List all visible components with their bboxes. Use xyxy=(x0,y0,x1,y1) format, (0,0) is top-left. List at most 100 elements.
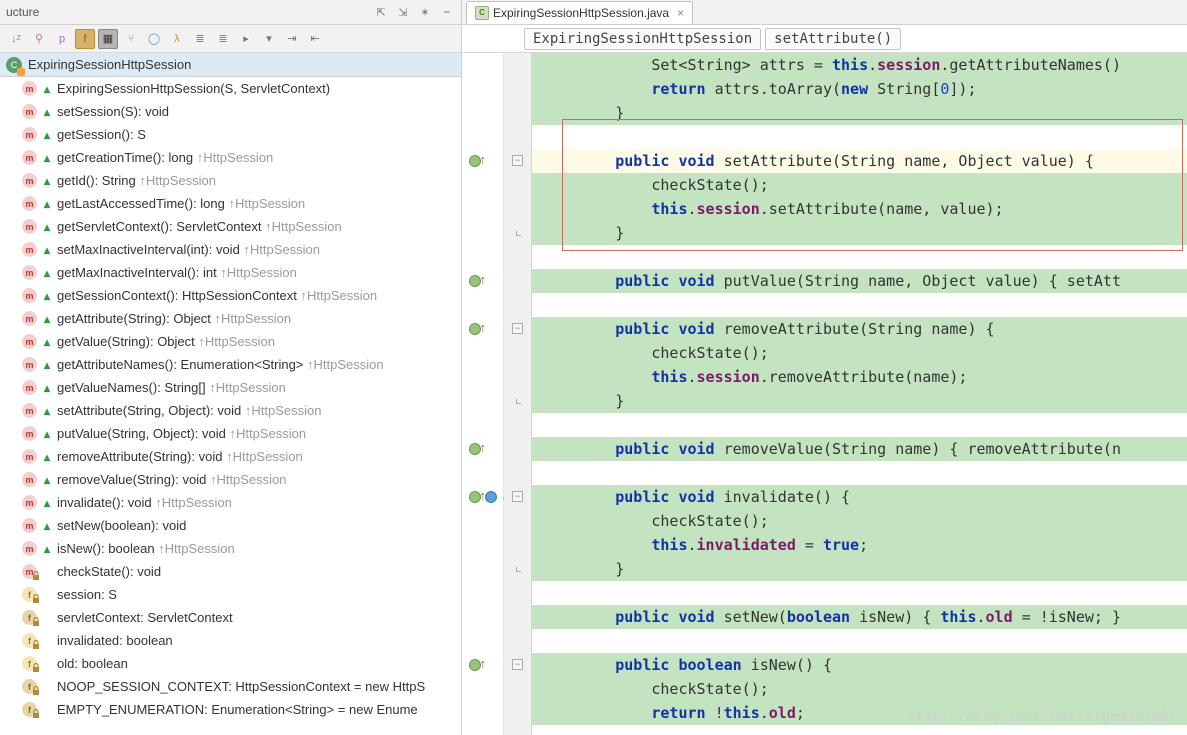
code-line[interactable]: checkState(); xyxy=(532,341,1187,365)
override-gutter-icon[interactable]: ↑ xyxy=(466,152,484,170)
member-row[interactable]: m▴getSession(): S xyxy=(0,123,461,146)
member-row[interactable]: m▴putValue(String, Object): void ↑HttpSe… xyxy=(0,422,461,445)
member-label: invalidate(): void ↑HttpSession xyxy=(57,495,232,510)
collapse-icon[interactable]: ⇲ xyxy=(395,4,411,20)
member-row[interactable]: fold: boolean xyxy=(0,652,461,675)
member-row[interactable]: m▴setNew(boolean): void xyxy=(0,514,461,537)
code-line[interactable]: public void removeValue(String name) { r… xyxy=(532,437,1187,461)
member-row[interactable]: m▴setSession(S): void xyxy=(0,100,461,123)
code-line[interactable]: public void setAttribute(String name, Ob… xyxy=(532,149,1187,173)
editor-panel: C ExpiringSessionHttpSession.java × Expi… xyxy=(462,0,1187,735)
code-line[interactable] xyxy=(532,245,1187,269)
fold-toggle-icon[interactable]: − xyxy=(512,659,523,670)
override-gutter-icon[interactable]: ↑ xyxy=(466,440,484,458)
lambda-icon[interactable]: λ xyxy=(167,29,187,49)
code-line[interactable]: public void removeAttribute(String name)… xyxy=(532,317,1187,341)
member-row[interactable]: m▴getId(): String ↑HttpSession xyxy=(0,169,461,192)
property-icon[interactable]: p xyxy=(52,29,72,49)
code-line[interactable]: return !this.old; xyxy=(532,701,1187,725)
code-line[interactable]: public boolean isNew() { xyxy=(532,653,1187,677)
expand-icon[interactable]: ⇱ xyxy=(373,4,389,20)
gutter-outer[interactable]: ↑↑↑↑↑↓↑ xyxy=(462,53,504,735)
class-row[interactable]: C ExpiringSessionHttpSession xyxy=(0,53,461,77)
close-icon[interactable]: × xyxy=(677,6,684,20)
override-gutter-icon[interactable]: ↑ xyxy=(466,320,484,338)
member-row[interactable]: m▴getValue(String): Object ↑HttpSession xyxy=(0,330,461,353)
member-row[interactable]: m▴removeValue(String): void ↑HttpSession xyxy=(0,468,461,491)
code-line[interactable] xyxy=(532,629,1187,653)
code-line[interactable] xyxy=(532,125,1187,149)
member-row[interactable]: m▴getLastAccessedTime(): long ↑HttpSessi… xyxy=(0,192,461,215)
breadcrumb-method[interactable]: setAttribute() xyxy=(765,28,901,50)
anchor-icon[interactable]: ⚲ xyxy=(29,29,49,49)
code-line[interactable]: } xyxy=(532,101,1187,125)
fold-toggle-icon[interactable]: − xyxy=(512,323,523,334)
code-line[interactable]: checkState(); xyxy=(532,677,1187,701)
override-up-icon: ▴ xyxy=(42,174,52,188)
tab-file[interactable]: C ExpiringSessionHttpSession.java × xyxy=(466,1,693,24)
member-list[interactable]: m▴ExpiringSessionHttpSession(S, ServletC… xyxy=(0,77,461,735)
code-area[interactable]: Set<String> attrs = this.session.getAttr… xyxy=(532,53,1187,735)
member-row[interactable]: m▴invalidate(): void ↑HttpSession xyxy=(0,491,461,514)
autoscroll-icon[interactable]: ⇥ xyxy=(282,29,302,49)
code-line[interactable]: } xyxy=(532,389,1187,413)
sort-alpha-icon[interactable]: ↓Z xyxy=(6,29,26,49)
member-row[interactable]: mcheckState(): void xyxy=(0,560,461,583)
member-row[interactable]: finvalidated: boolean xyxy=(0,629,461,652)
member-row[interactable]: m▴getAttribute(String): Object ↑HttpSess… xyxy=(0,307,461,330)
implements-gutter-icon[interactable]: ↓ xyxy=(482,488,500,506)
member-row[interactable]: m▴getValueNames(): String[] ↑HttpSession xyxy=(0,376,461,399)
circle-icon[interactable]: ◯ xyxy=(144,29,164,49)
code-line[interactable]: } xyxy=(532,221,1187,245)
tree-collapse-icon[interactable]: ▾ xyxy=(259,29,279,49)
override-up-icon: ▴ xyxy=(42,312,52,326)
code-line[interactable] xyxy=(532,293,1187,317)
member-row[interactable]: m▴isNew(): boolean ↑HttpSession xyxy=(0,537,461,560)
code-line[interactable]: this.session.setAttribute(name, value); xyxy=(532,197,1187,221)
code-line[interactable]: this.session.removeAttribute(name); xyxy=(532,365,1187,389)
fold-toggle-icon[interactable]: − xyxy=(512,155,523,166)
code-line[interactable]: checkState(); xyxy=(532,173,1187,197)
gear-icon[interactable]: ✶ xyxy=(417,4,433,20)
member-row[interactable]: fsession: S xyxy=(0,583,461,606)
code-line[interactable] xyxy=(532,581,1187,605)
tree-expand-icon[interactable]: ▸ xyxy=(236,29,256,49)
gutter-inner[interactable]: − − − − xyxy=(504,53,532,735)
collapse-all-icon[interactable]: ≣ xyxy=(213,29,233,49)
member-row[interactable]: m▴getSessionContext(): HttpSessionContex… xyxy=(0,284,461,307)
y-icon[interactable]: ⑂ xyxy=(121,29,141,49)
code-line[interactable]: } xyxy=(532,557,1187,581)
code-line[interactable]: Set<String> attrs = this.session.getAttr… xyxy=(532,53,1187,77)
member-row[interactable]: m▴getCreationTime(): long ↑HttpSession xyxy=(0,146,461,169)
autoscroll2-icon[interactable]: ⇤ xyxy=(305,29,325,49)
code-line[interactable]: checkState(); xyxy=(532,509,1187,533)
code-line[interactable]: this.invalidated = true; xyxy=(532,533,1187,557)
code-line[interactable] xyxy=(532,461,1187,485)
hide-icon[interactable]: ⎯ xyxy=(439,4,455,20)
member-row[interactable]: m▴setMaxInactiveInterval(int): void ↑Htt… xyxy=(0,238,461,261)
code-line[interactable]: public void putValue(String name, Object… xyxy=(532,269,1187,293)
field-icon: f xyxy=(22,587,37,602)
member-label: getId(): String ↑HttpSession xyxy=(57,173,216,188)
override-up-icon: ▴ xyxy=(42,450,52,464)
fields-icon[interactable]: f xyxy=(75,29,95,49)
member-row[interactable]: fservletContext: ServletContext xyxy=(0,606,461,629)
code-line[interactable]: public void invalidate() { xyxy=(532,485,1187,509)
expand-all-icon[interactable]: ≣ xyxy=(190,29,210,49)
member-row[interactable]: m▴ExpiringSessionHttpSession(S, ServletC… xyxy=(0,77,461,100)
code-line[interactable]: return attrs.toArray(new String[0]); xyxy=(532,77,1187,101)
member-row[interactable]: m▴getServletContext(): ServletContext ↑H… xyxy=(0,215,461,238)
member-row[interactable]: m▴getAttributeNames(): Enumeration<Strin… xyxy=(0,353,461,376)
fold-toggle-icon[interactable]: − xyxy=(512,491,523,502)
override-gutter-icon[interactable]: ↑ xyxy=(466,656,484,674)
member-row[interactable]: fNOOP_SESSION_CONTEXT: HttpSessionContex… xyxy=(0,675,461,698)
member-row[interactable]: fEMPTY_ENUMERATION: Enumeration<String> … xyxy=(0,698,461,721)
member-row[interactable]: m▴getMaxInactiveInterval(): int ↑HttpSes… xyxy=(0,261,461,284)
member-row[interactable]: m▴removeAttribute(String): void ↑HttpSes… xyxy=(0,445,461,468)
override-gutter-icon[interactable]: ↑ xyxy=(466,272,484,290)
code-line[interactable]: public void setNew(boolean isNew) { this… xyxy=(532,605,1187,629)
breadcrumb-class[interactable]: ExpiringSessionHttpSession xyxy=(524,28,761,50)
code-line[interactable] xyxy=(532,413,1187,437)
toggle-icon[interactable]: ▦ xyxy=(98,29,118,49)
member-row[interactable]: m▴setAttribute(String, Object): void ↑Ht… xyxy=(0,399,461,422)
